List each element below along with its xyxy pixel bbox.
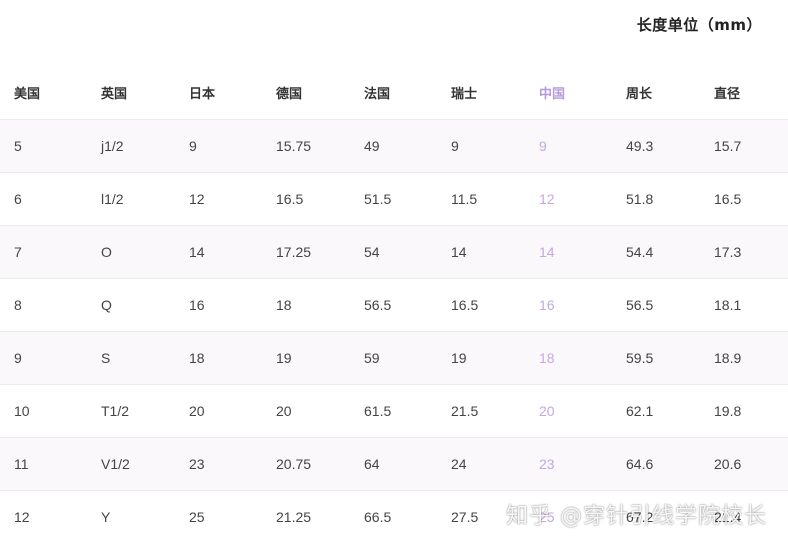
cell-fr: 66.5 (350, 490, 437, 543)
cell-de: 15.75 (262, 119, 350, 173)
cell-fr: 54 (350, 225, 437, 279)
cell-uk: Q (87, 278, 175, 332)
table-row: 7 O 14 17.25 54 14 14 54.4 17.3 (0, 225, 788, 279)
table-row: 8 Q 16 18 56.5 16.5 16 56.5 18.1 (0, 278, 788, 332)
table-row: 11 V1/2 23 20.75 64 24 23 64.6 20.6 (0, 437, 788, 491)
cell-de: 18 (262, 278, 350, 332)
cell-uk: S (87, 331, 175, 385)
cell-fr: 56.5 (350, 278, 437, 332)
cell-circumference: 62.1 (612, 384, 700, 438)
header-jp: 日本 (189, 87, 216, 102)
cell-circumference: 51.8 (612, 172, 700, 226)
cell-us: 7 (0, 225, 87, 279)
header-circumference: 周长 (626, 87, 653, 102)
cell-fr: 64 (350, 437, 437, 491)
cell-cn: 9 (525, 119, 612, 173)
cell-de: 19 (262, 331, 350, 385)
ring-size-table: 美国 英国 日本 德国 法国 瑞士 中国 周长 直径 5 j1/2 9 15.75 49… (0, 66, 788, 543)
cell-us: 11 (0, 437, 87, 491)
cell-diameter: 15.7 (700, 119, 788, 173)
cell-jp: 14 (175, 225, 262, 279)
cell-diameter: 18.9 (700, 331, 788, 385)
header-us: 美国 (14, 87, 41, 102)
cell-uk: Y (87, 490, 175, 543)
cell-fr: 51.5 (350, 172, 437, 226)
cell-jp: 18 (175, 331, 262, 385)
cell-circumference: 59.5 (612, 331, 700, 385)
cell-fr: 61.5 (350, 384, 437, 438)
cell-fr: 59 (350, 331, 437, 385)
watermark: 知乎 @穿针引线学院校长 (506, 504, 767, 529)
cell-ch: 24 (437, 437, 525, 491)
cell-ch: 9 (437, 119, 525, 173)
cell-de: 21.25 (262, 490, 350, 543)
table-header-row: 美国 英国 日本 德国 法国 瑞士 中国 周长 直径 (0, 66, 788, 120)
cell-us: 6 (0, 172, 87, 226)
cell-de: 20.75 (262, 437, 350, 491)
table-row: 10 T1/2 20 20 61.5 21.5 20 62.1 19.8 (0, 384, 788, 438)
cell-cn: 18 (525, 331, 612, 385)
cell-ch: 16.5 (437, 278, 525, 332)
cell-diameter: 20.6 (700, 437, 788, 491)
cell-jp: 16 (175, 278, 262, 332)
table-row: 6 l1/2 12 16.5 51.5 11.5 12 51.8 16.5 (0, 172, 788, 226)
cell-diameter: 19.8 (700, 384, 788, 438)
cell-us: 12 (0, 490, 87, 543)
cell-cn: 20 (525, 384, 612, 438)
header-ch: 瑞士 (451, 87, 478, 102)
cell-uk: l1/2 (87, 172, 175, 226)
cell-cn: 12 (525, 172, 612, 226)
cell-de: 16.5 (262, 172, 350, 226)
cell-diameter: 16.5 (700, 172, 788, 226)
cell-diameter: 17.3 (700, 225, 788, 279)
cell-jp: 25 (175, 490, 262, 543)
cell-circumference: 49.3 (612, 119, 700, 173)
cell-jp: 12 (175, 172, 262, 226)
header-diameter: 直径 (714, 87, 741, 102)
unit-label: 长度单位（mm） (636, 16, 762, 34)
header-de: 德国 (276, 87, 303, 102)
cell-ch: 14 (437, 225, 525, 279)
cell-uk: T1/2 (87, 384, 175, 438)
cell-jp: 9 (175, 119, 262, 173)
cell-us: 5 (0, 119, 87, 173)
table-row: 9 S 18 19 59 19 18 59.5 18.9 (0, 331, 788, 385)
header-fr: 法国 (364, 87, 391, 102)
header-cn: 中国 (539, 87, 566, 102)
cell-us: 9 (0, 331, 87, 385)
cell-circumference: 54.4 (612, 225, 700, 279)
cell-diameter: 18.1 (700, 278, 788, 332)
cell-de: 17.25 (262, 225, 350, 279)
cell-ch: 21.5 (437, 384, 525, 438)
table-body: 5 j1/2 9 15.75 49 9 9 49.3 15.7 6 l1/2 12 16.5 51.5 11… (0, 119, 788, 543)
cell-jp: 20 (175, 384, 262, 438)
cell-de: 20 (262, 384, 350, 438)
cell-circumference: 56.5 (612, 278, 700, 332)
header-uk: 英国 (101, 87, 128, 102)
cell-ch: 19 (437, 331, 525, 385)
cell-cn: 23 (525, 437, 612, 491)
cell-us: 8 (0, 278, 87, 332)
table-row: 5 j1/2 9 15.75 49 9 9 49.3 15.7 (0, 119, 788, 173)
cell-jp: 23 (175, 437, 262, 491)
cell-uk: j1/2 (87, 119, 175, 173)
cell-us: 10 (0, 384, 87, 438)
cell-uk: O (87, 225, 175, 279)
cell-circumference: 64.6 (612, 437, 700, 491)
cell-uk: V1/2 (87, 437, 175, 491)
cell-fr: 49 (350, 119, 437, 173)
cell-cn: 16 (525, 278, 612, 332)
cell-cn: 14 (525, 225, 612, 279)
cell-ch: 11.5 (437, 172, 525, 226)
